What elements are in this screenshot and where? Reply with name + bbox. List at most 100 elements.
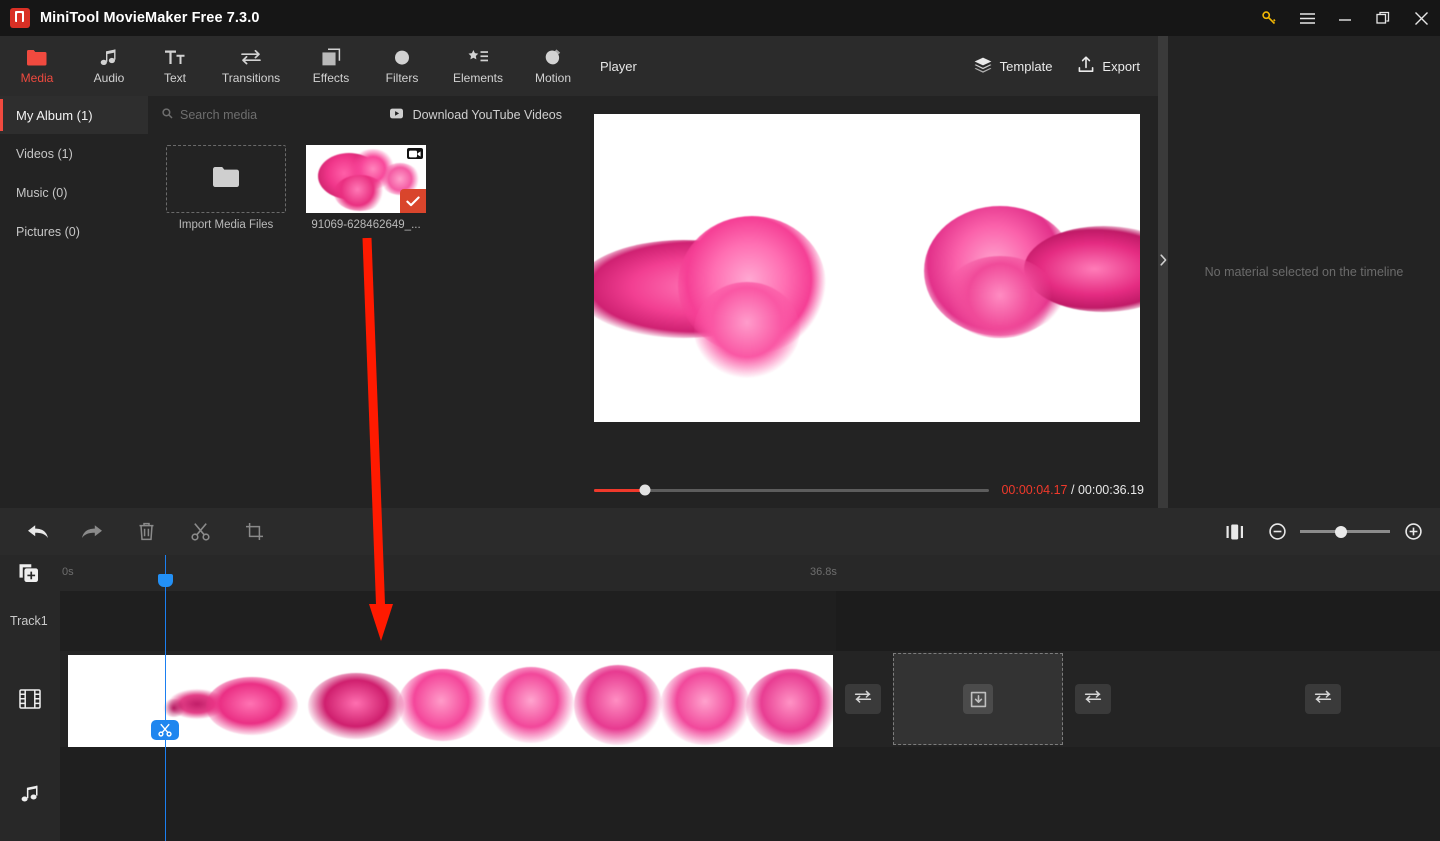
- import-media-tile[interactable]: [166, 145, 286, 213]
- playhead[interactable]: [151, 555, 179, 841]
- fit-timeline-icon[interactable]: [1208, 508, 1262, 555]
- video-clip[interactable]: [68, 655, 833, 749]
- app-window: MiniTool MovieMaker Free 7.3.0 Media Aud…: [0, 0, 1440, 841]
- video-preview[interactable]: [594, 114, 1140, 422]
- export-button[interactable]: Export: [1078, 56, 1140, 76]
- timeline-ruler[interactable]: 0s 36.8s: [0, 555, 1440, 591]
- sidebar-item-pictures[interactable]: Pictures (0): [0, 212, 148, 251]
- zoom-in-button[interactable]: [1398, 508, 1428, 555]
- timeline-toolbar: [0, 508, 1440, 555]
- download-youtube-button[interactable]: Download YouTube Videos: [389, 108, 562, 122]
- transition-arrows-icon: [1314, 690, 1332, 708]
- app-logo-icon: [10, 8, 30, 28]
- close-icon[interactable]: [1402, 0, 1440, 36]
- timeline-zoom-handle[interactable]: [1335, 525, 1348, 538]
- restore-icon[interactable]: [1364, 0, 1402, 36]
- main-toolbar: Media Audio Text Transitions Effects Fil…: [0, 36, 580, 96]
- track1-strip[interactable]: [60, 591, 836, 651]
- media-panel: My Album (1) Search media Download YouTu…: [0, 96, 580, 508]
- app-title: MiniTool MovieMaker Free 7.3.0: [40, 10, 260, 26]
- key-icon[interactable]: [1250, 0, 1288, 36]
- undo-button[interactable]: [11, 508, 65, 555]
- video-camera-icon: [407, 148, 423, 159]
- sidebar-item-videos[interactable]: Videos (1): [0, 134, 148, 173]
- export-label: Export: [1102, 58, 1140, 74]
- tab-effects[interactable]: Effects: [296, 36, 366, 96]
- track1-label-text: Track1: [10, 614, 48, 628]
- tab-motion-label: Motion: [534, 71, 572, 85]
- inspector-collapse-button[interactable]: [1158, 232, 1168, 292]
- media-panel-header: My Album (1) Search media Download YouTu…: [0, 96, 580, 134]
- tab-transitions-label: Transitions: [221, 71, 281, 85]
- export-upload-icon: [1078, 56, 1094, 76]
- search-icon: [162, 108, 173, 122]
- crop-button[interactable]: [227, 508, 281, 555]
- audio-track-header[interactable]: [0, 747, 60, 841]
- title-bar: MiniTool MovieMaker Free 7.3.0: [0, 0, 1440, 36]
- media-item-label: 91069-628462649_...: [311, 219, 421, 231]
- audio-track-lane[interactable]: [60, 747, 1440, 841]
- inspector-divider-top: [1158, 36, 1168, 232]
- seek-handle[interactable]: [639, 484, 651, 496]
- menu-icon[interactable]: [1288, 0, 1326, 36]
- tab-media[interactable]: Media: [0, 36, 74, 96]
- tab-elements-label: Elements: [452, 71, 504, 85]
- layers-icon: [974, 57, 992, 76]
- seek-slider[interactable]: [594, 484, 990, 496]
- tab-audio[interactable]: Audio: [74, 36, 144, 96]
- music-note-icon: [0, 747, 60, 841]
- sidebar-item-pictures-label: Pictures (0): [16, 224, 80, 239]
- search-input[interactable]: Search media: [162, 108, 257, 122]
- redo-button[interactable]: [65, 508, 119, 555]
- text-icon: [165, 47, 185, 67]
- tab-audio-label: Audio: [93, 71, 125, 85]
- sidebar-item-music[interactable]: Music (0): [0, 173, 148, 212]
- track1-label: Track1: [0, 591, 60, 651]
- media-drop-zone[interactable]: [893, 653, 1063, 745]
- folder-import-icon: [213, 166, 239, 193]
- elements-star-icon: [467, 47, 489, 67]
- player-actions: Template Export: [974, 56, 1140, 76]
- motion-icon: [544, 47, 562, 67]
- youtube-download-icon: [389, 108, 405, 122]
- tab-text[interactable]: Text: [144, 36, 206, 96]
- current-time: 00:00:04.17: [1001, 483, 1068, 497]
- transition-slot-1[interactable]: [845, 684, 881, 714]
- ruler-tick-end: 36.8s: [810, 566, 837, 578]
- video-track-header[interactable]: [0, 651, 60, 747]
- minimize-icon[interactable]: [1326, 0, 1364, 36]
- timeline: 0s 36.8s Track1: [0, 555, 1440, 841]
- transition-arrows-icon: [854, 690, 872, 708]
- media-item-thumbnail[interactable]: [306, 145, 426, 213]
- transition-slot-3[interactable]: [1305, 684, 1341, 714]
- timeline-zoom-slider[interactable]: [1300, 525, 1390, 538]
- player-title: Player: [600, 58, 637, 74]
- film-strip-icon: [0, 651, 60, 747]
- tab-my-album[interactable]: My Album (1): [0, 96, 148, 134]
- tab-elements[interactable]: Elements: [438, 36, 518, 96]
- template-button[interactable]: Template: [974, 57, 1052, 76]
- transition-slot-2[interactable]: [1075, 684, 1111, 714]
- add-media-icon[interactable]: [19, 563, 40, 588]
- video-track-lane[interactable]: [60, 651, 1440, 749]
- time-separator: /: [1070, 483, 1075, 497]
- inspector-panel: No material selected on the timeline: [1158, 36, 1440, 508]
- effects-squares-icon: [321, 47, 341, 67]
- delete-button[interactable]: [119, 508, 173, 555]
- tab-motion[interactable]: Motion: [518, 36, 588, 96]
- split-at-playhead-button[interactable]: [151, 720, 179, 740]
- window-controls: [1250, 0, 1440, 36]
- chevron-right-icon: [1159, 253, 1167, 271]
- zoom-out-button[interactable]: [1262, 508, 1292, 555]
- inspector-divider-bottom: [1158, 292, 1168, 508]
- sidebar-item-videos-label: Videos (1): [16, 146, 73, 161]
- tab-transitions[interactable]: Transitions: [206, 36, 296, 96]
- download-youtube-label: Download YouTube Videos: [412, 108, 562, 122]
- transition-arrows-icon: [240, 47, 262, 67]
- tab-filters[interactable]: Filters: [366, 36, 438, 96]
- transition-arrows-icon: [1084, 690, 1102, 708]
- playhead-handle[interactable]: [158, 574, 173, 587]
- tab-effects-label: Effects: [312, 71, 350, 85]
- split-button[interactable]: [173, 508, 227, 555]
- check-icon[interactable]: [400, 189, 426, 213]
